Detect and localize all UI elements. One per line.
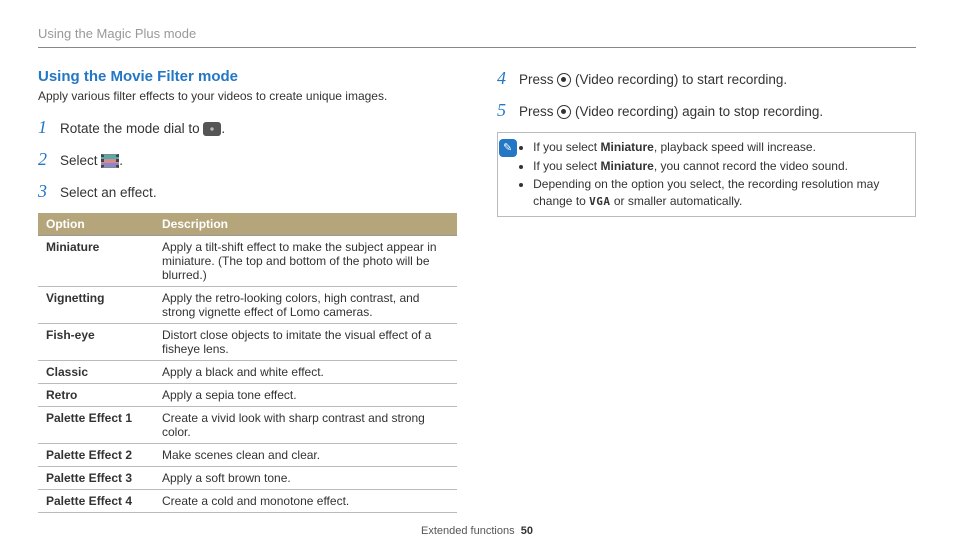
option-desc: Distort close objects to imitate the vis… [154, 323, 457, 360]
footer-section: Extended functions [421, 525, 515, 537]
option-desc: Apply a tilt-shift effect to make the su… [154, 235, 457, 286]
note-icon: ✎ [499, 139, 517, 157]
step-number: 2 [38, 149, 52, 170]
option-name: Fish-eye [38, 323, 154, 360]
step-text: Select an effect. [60, 184, 157, 203]
table-row: Fish-eyeDistort close objects to imitate… [38, 323, 457, 360]
option-name: Palette Effect 3 [38, 466, 154, 489]
section-title: Using the Movie Filter mode [38, 68, 457, 85]
section-desc: Apply various filter effects to your vid… [38, 89, 457, 103]
option-desc: Create a vivid look with sharp contrast … [154, 406, 457, 443]
step-1: 1 Rotate the mode dial to . [38, 117, 457, 139]
table-row: Palette Effect 4Create a cold and monoto… [38, 489, 457, 512]
note-body: If you select Miniature, playback speed … [517, 133, 915, 216]
right-column: 4 Press (Video recording) to start recor… [497, 68, 916, 513]
note-box: ✎ If you select Miniature, playback spee… [497, 132, 916, 217]
table-row: MiniatureApply a tilt-shift effect to ma… [38, 235, 457, 286]
option-desc: Apply a sepia tone effect. [154, 383, 457, 406]
note-icon-wrap: ✎ [498, 133, 517, 216]
table-row: VignettingApply the retro-looking colors… [38, 286, 457, 323]
table-row: Palette Effect 3Apply a soft brown tone. [38, 466, 457, 489]
table-row: ClassicApply a black and white effect. [38, 360, 457, 383]
note-item: Depending on the option you select, the … [533, 176, 907, 210]
option-name: Palette Effect 4 [38, 489, 154, 512]
record-icon [557, 105, 571, 119]
step-text: Select . [60, 152, 123, 171]
step-number: 5 [497, 100, 511, 121]
step-text: Press (Video recording) to start recordi… [519, 71, 787, 90]
option-name: Vignetting [38, 286, 154, 323]
page-footer: Extended functions 50 [0, 525, 954, 537]
step-number: 4 [497, 68, 511, 89]
option-name: Classic [38, 360, 154, 383]
movie-filter-icon [101, 154, 119, 168]
record-icon [557, 73, 571, 87]
mode-dial-icon [203, 122, 221, 136]
table-row: RetroApply a sepia tone effect. [38, 383, 457, 406]
left-column: Using the Movie Filter mode Apply variou… [38, 68, 457, 513]
step-text: Press (Video recording) again to stop re… [519, 103, 823, 122]
content-columns: Using the Movie Filter mode Apply variou… [38, 68, 916, 513]
note-item: If you select Miniature, you cannot reco… [533, 158, 907, 175]
option-desc: Create a cold and monotone effect. [154, 489, 457, 512]
table-row: Palette Effect 1Create a vivid look with… [38, 406, 457, 443]
note-item: If you select Miniature, playback speed … [533, 139, 907, 156]
header-text: Using the Magic Plus mode [38, 26, 196, 41]
step-text: Rotate the mode dial to . [60, 120, 225, 139]
vga-icon: VGA [589, 194, 610, 209]
step-number: 1 [38, 117, 52, 138]
option-name: Retro [38, 383, 154, 406]
page-header: Using the Magic Plus mode [38, 25, 916, 48]
option-desc: Make scenes clean and clear. [154, 443, 457, 466]
option-desc: Apply a soft brown tone. [154, 466, 457, 489]
step-2: 2 Select . [38, 149, 457, 171]
col-description: Description [154, 213, 457, 236]
option-name: Palette Effect 1 [38, 406, 154, 443]
step-4: 4 Press (Video recording) to start recor… [497, 68, 916, 90]
page-number: 50 [521, 525, 533, 537]
step-number: 3 [38, 181, 52, 202]
table-row: Palette Effect 2Make scenes clean and cl… [38, 443, 457, 466]
col-option: Option [38, 213, 154, 236]
step-3: 3 Select an effect. [38, 181, 457, 203]
option-desc: Apply the retro-looking colors, high con… [154, 286, 457, 323]
table-header-row: Option Description [38, 213, 457, 236]
step-5: 5 Press (Video recording) again to stop … [497, 100, 916, 122]
option-name: Palette Effect 2 [38, 443, 154, 466]
option-desc: Apply a black and white effect. [154, 360, 457, 383]
option-name: Miniature [38, 235, 154, 286]
effects-table: Option Description MiniatureApply a tilt… [38, 213, 457, 513]
